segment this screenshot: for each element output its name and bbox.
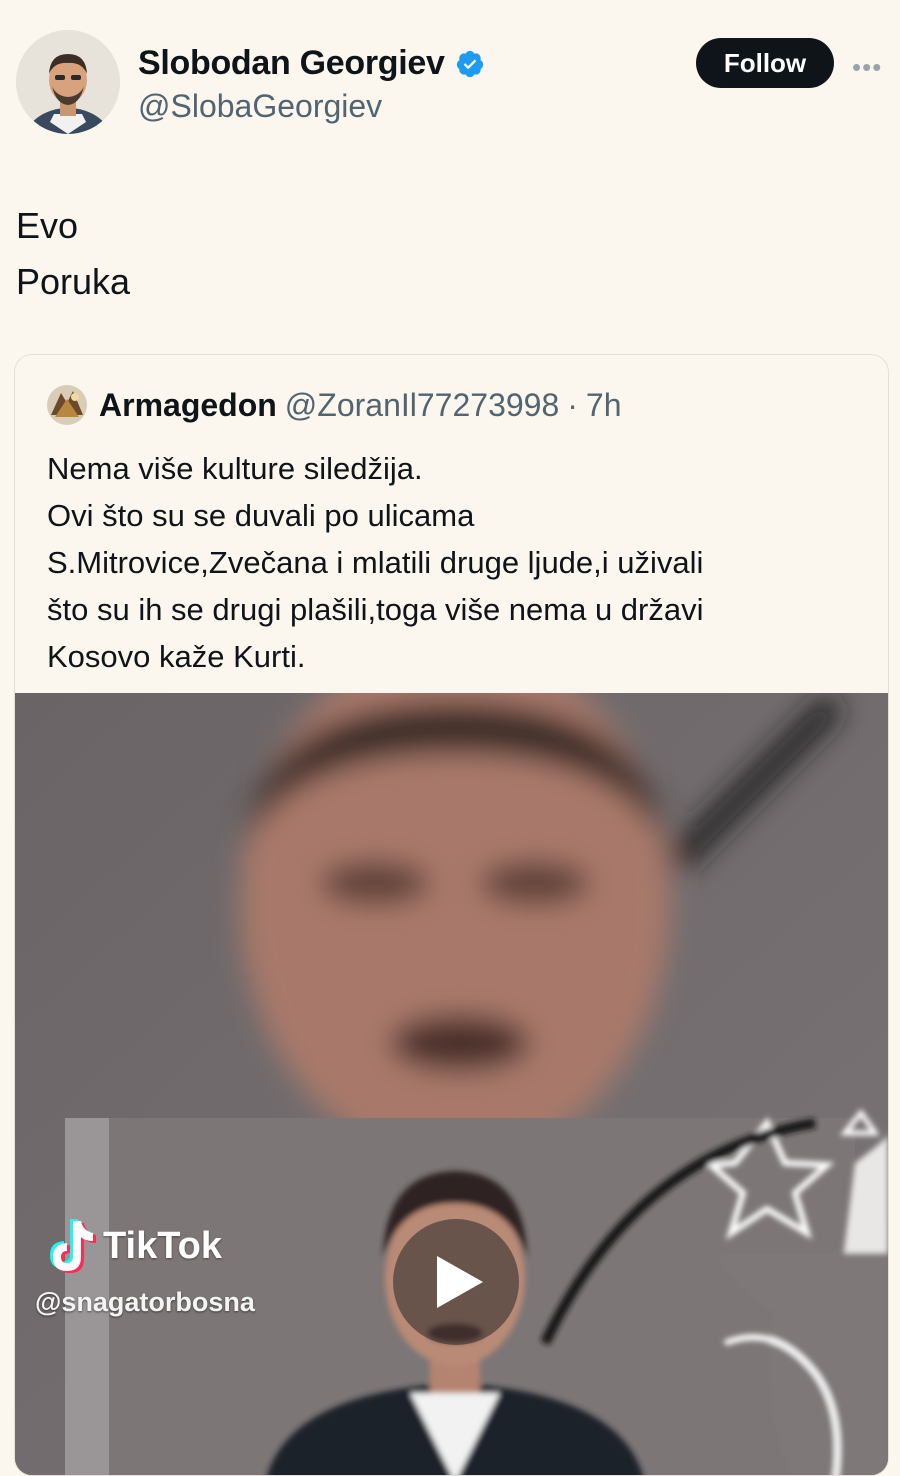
- quoted-text-line: što su ih se drugi plašili,toga više nem…: [47, 592, 704, 627]
- quoted-tweet-text: Nema više kulture siledžija. Ovi što su …: [47, 445, 704, 680]
- quoted-text-line: Ovi što su se duvali po ulicama: [47, 498, 475, 533]
- author-display-name[interactable]: Slobodan Georgiev: [138, 44, 445, 83]
- video-thumbnail: [15, 693, 888, 1475]
- author-avatar-image: [16, 30, 120, 134]
- tiktok-icon: [50, 1219, 96, 1273]
- tweet-text: Evo Poruka: [16, 198, 130, 310]
- quoted-author-handle[interactable]: @ZoranIl77273998: [285, 387, 559, 424]
- quoted-text-line: Kosovo kaže Kurti.: [47, 639, 306, 674]
- video-media[interactable]: TikTok @snagatorbosna: [15, 693, 888, 1475]
- ellipsis-icon[interactable]: •••: [852, 52, 882, 83]
- tiktok-username: @snagatorbosna: [35, 1287, 255, 1317]
- tweet-header: Slobodan Georgiev @SlobaGeorgiev Follow …: [0, 0, 900, 150]
- quoted-author-name[interactable]: Armagedon: [99, 387, 277, 424]
- separator-dot: ·: [567, 386, 578, 423]
- quoted-text-line: S.Mitrovice,Zvečana i mlatili druge ljud…: [47, 545, 704, 580]
- follow-button[interactable]: Follow: [696, 38, 834, 88]
- tiktok-wordmark: TikTok: [103, 1224, 222, 1267]
- quoted-tweet[interactable]: Armagedon @ZoranIl77273998 · 7h Nema viš…: [14, 354, 889, 1476]
- verified-badge-icon[interactable]: [455, 49, 485, 79]
- author-handle[interactable]: @SlobaGeorgiev: [138, 88, 382, 125]
- quoted-author-avatar[interactable]: [47, 385, 87, 425]
- play-icon: [437, 1256, 483, 1308]
- quoted-tweet-header: Armagedon @ZoranIl77273998 · 7h: [47, 385, 622, 425]
- tweet-text-line: Evo: [16, 205, 79, 246]
- author-name-row: Slobodan Georgiev: [138, 44, 485, 83]
- quoted-tweet-time[interactable]: 7h: [586, 387, 622, 424]
- author-avatar[interactable]: [16, 30, 120, 134]
- tweet-text-line: Poruka: [16, 261, 131, 302]
- quoted-text-line: Nema više kulture siledžija.: [47, 451, 423, 486]
- tiktok-watermark: TikTok: [43, 1217, 222, 1275]
- play-button[interactable]: [393, 1219, 519, 1345]
